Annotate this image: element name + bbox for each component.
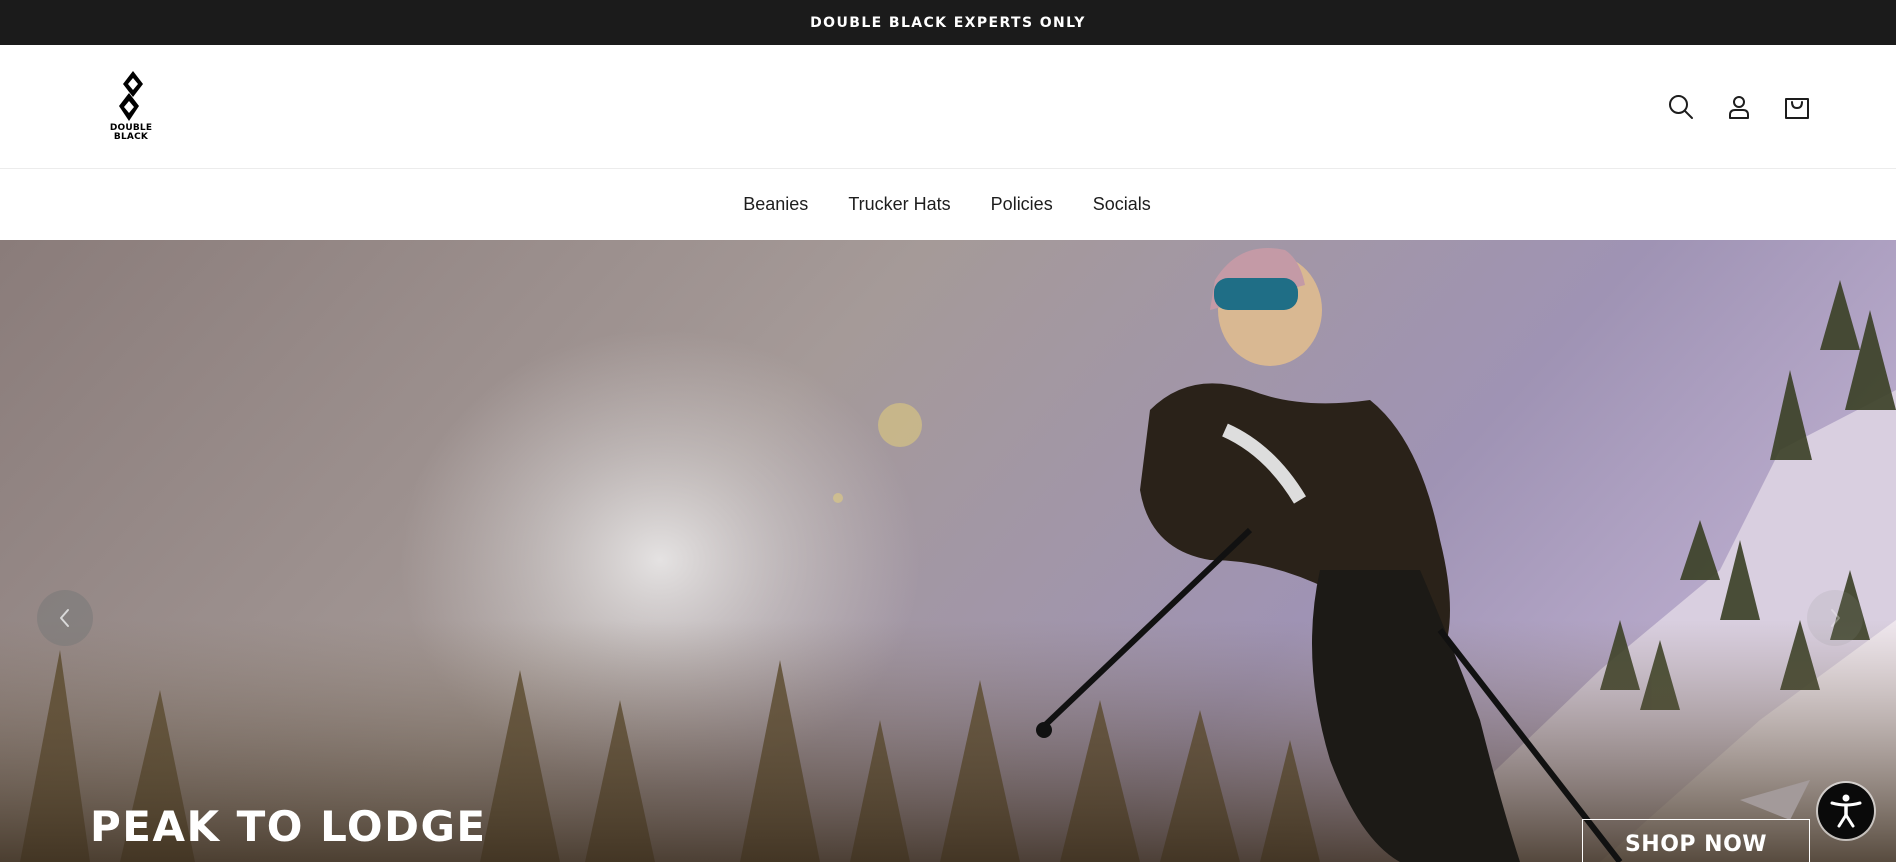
chevron-right-icon <box>1831 609 1840 627</box>
slide-next-button[interactable] <box>1807 590 1863 646</box>
logo-text-line2: BLACK <box>113 132 149 142</box>
cart-icon <box>1785 98 1809 119</box>
account-icon <box>1729 96 1749 119</box>
announcement-text: DOUBLE BLACK EXPERTS ONLY <box>810 14 1086 31</box>
search-icon <box>1669 95 1693 119</box>
site-header: DOUBLE BLACK <box>0 45 1896 169</box>
nav-item-beanies[interactable]: Beanies <box>743 194 808 215</box>
accessibility-button[interactable] <box>1818 783 1874 839</box>
cart-button[interactable] <box>1781 91 1813 123</box>
nav-list: Beanies Trucker Hats Policies Socials <box>723 194 1170 215</box>
nav-item-policies[interactable]: Policies <box>991 194 1053 215</box>
hero-slideshow: PEAK TO LODGE SHOP NOW <box>0 240 1896 862</box>
accessibility-icon <box>1830 794 1862 828</box>
slide-prev-button[interactable] <box>37 590 93 646</box>
hero-heading: PEAK TO LODGE <box>90 802 487 851</box>
chevron-left-icon <box>60 609 69 627</box>
shop-now-button[interactable]: SHOP NOW <box>1582 819 1810 862</box>
nav-item-trucker-hats[interactable]: Trucker Hats <box>848 194 950 215</box>
hero-image <box>0 240 1896 862</box>
main-nav: Beanies Trucker Hats Policies Socials <box>0 169 1896 240</box>
announcement-bar: DOUBLE BLACK EXPERTS ONLY <box>0 0 1896 45</box>
logo-mark-icon <box>119 71 143 121</box>
account-button[interactable] <box>1723 91 1755 123</box>
logo[interactable]: DOUBLE BLACK <box>108 71 154 143</box>
search-button[interactable] <box>1665 91 1697 123</box>
nav-item-socials[interactable]: Socials <box>1093 194 1151 215</box>
logo-text: DOUBLE BLACK <box>101 124 161 142</box>
